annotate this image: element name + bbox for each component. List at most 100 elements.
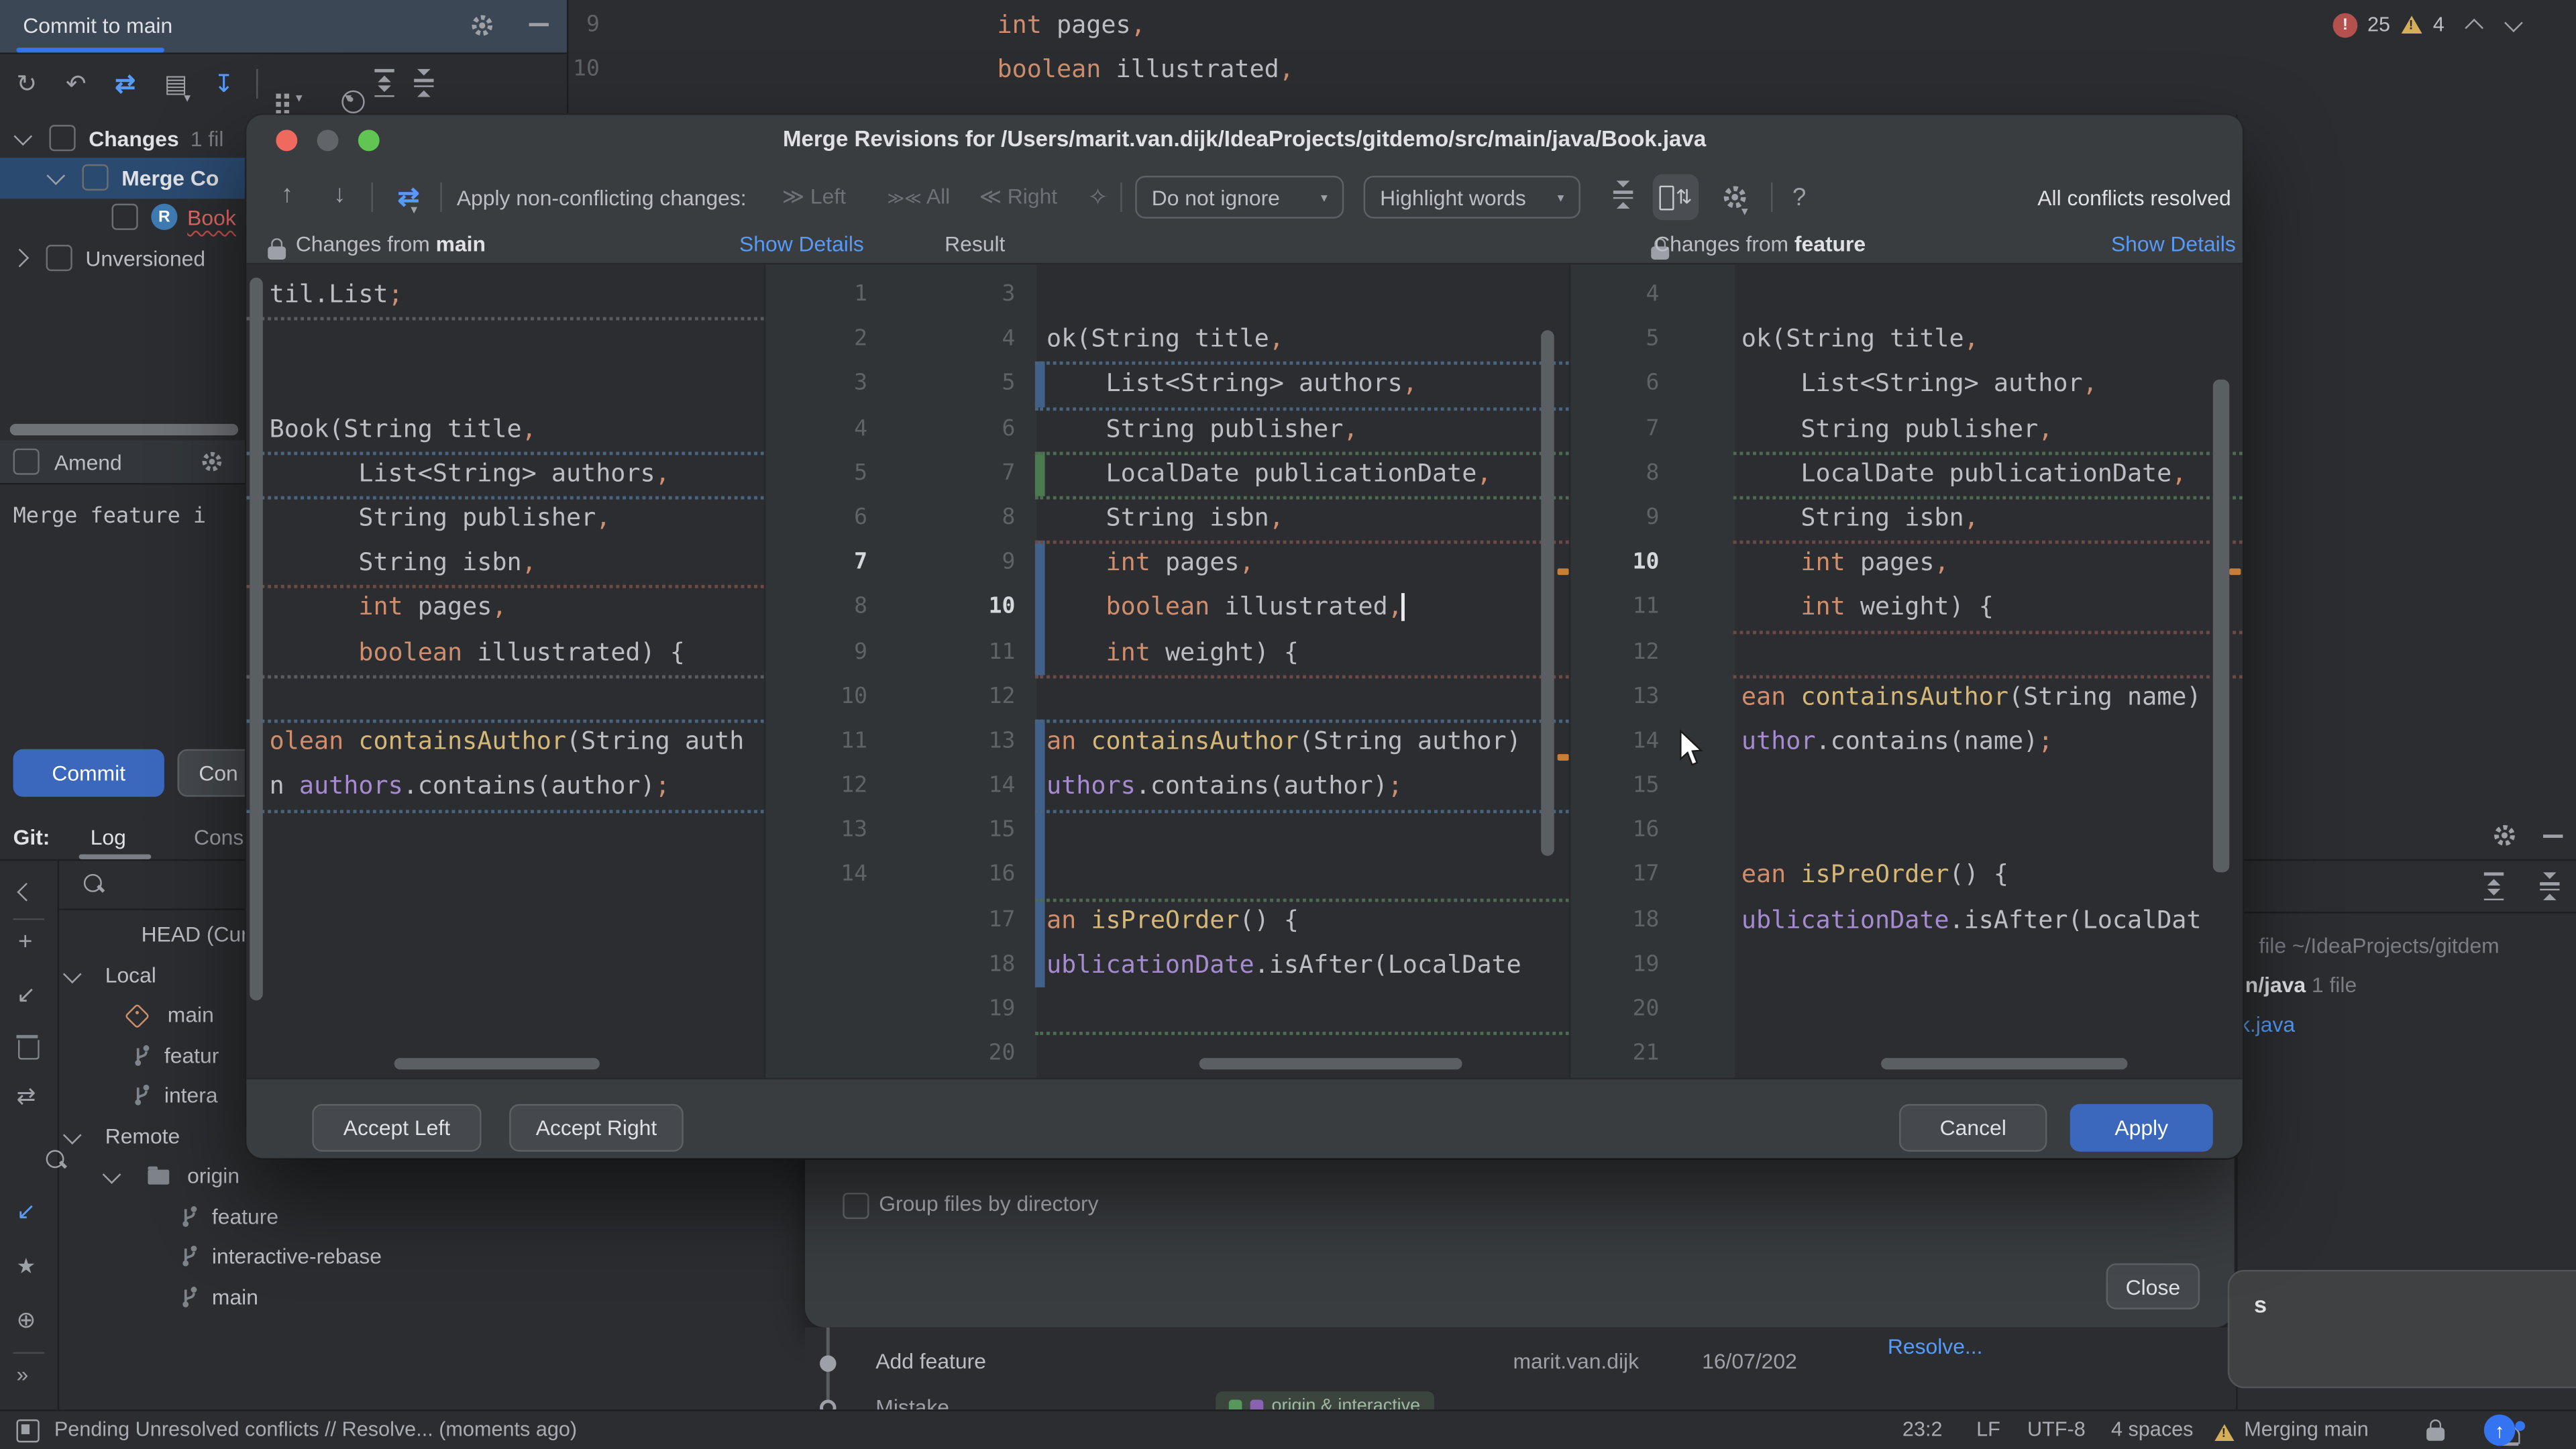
code-line[interactable]: 79 int pages, xyxy=(764,541,1569,586)
code-line[interactable]: 12 xyxy=(1569,630,2243,675)
code-line[interactable] xyxy=(246,317,763,362)
code-line[interactable]: 13 ean containsAuthor(String name) xyxy=(1569,675,2243,720)
gear-icon[interactable] xyxy=(2492,823,2517,848)
code-line[interactable]: til.List; xyxy=(246,273,763,318)
graph-commit-row-partial[interactable]: Mistake origin & interactive xyxy=(805,1390,2235,1410)
incoming-commits-icon[interactable]: ↙ xyxy=(16,1197,36,1226)
tool-window-toggle-icon[interactable] xyxy=(16,1419,40,1443)
code-line[interactable]: 4 xyxy=(1569,273,2243,318)
chevron-right-icon[interactable] xyxy=(10,249,30,268)
collapse-panel-icon[interactable] xyxy=(17,882,36,902)
code-line[interactable]: 13 15 xyxy=(764,809,1569,854)
tab-log[interactable]: Log xyxy=(91,824,126,849)
unlock-icon[interactable] xyxy=(2427,1419,2446,1441)
code-line[interactable]: boolean illustrated) { xyxy=(246,630,763,675)
chevron-down-icon[interactable] xyxy=(2504,13,2523,33)
scrollbar[interactable] xyxy=(250,277,263,1001)
code-line[interactable]: 16 xyxy=(1569,809,2243,854)
indent-setting[interactable]: 4 spaces xyxy=(2111,1417,2194,1440)
collapse-all-icon[interactable] xyxy=(2540,872,2560,901)
code-line[interactable]: String isbn, xyxy=(246,541,763,586)
code-line[interactable]: 68 String isbn, xyxy=(764,496,1569,541)
git-branch-widget[interactable]: Merging main xyxy=(2244,1417,2368,1440)
right-show-details-link[interactable]: Show Details xyxy=(2111,231,2236,256)
apply-button[interactable]: Apply xyxy=(2070,1104,2213,1152)
right-diff-pane[interactable]: 4 5 ok(String title, 6 List<String> author,… xyxy=(1568,264,2243,1078)
line-separator[interactable]: LF xyxy=(1976,1417,2000,1440)
code-line[interactable] xyxy=(246,943,763,987)
sync-scroll-button[interactable]: ⇅ xyxy=(1652,174,1699,221)
warning-count[interactable]: 4 xyxy=(2433,13,2445,36)
minimize-traffic-light[interactable] xyxy=(317,129,339,152)
merge-group-checkbox[interactable] xyxy=(82,164,109,191)
gear-icon[interactable] xyxy=(470,13,494,38)
code-line[interactable]: 10 int pages, xyxy=(1569,541,2243,586)
scrollbar[interactable] xyxy=(1199,1058,1462,1070)
status-message[interactable]: Pending Unresolved conflicts // Resolve.… xyxy=(54,1417,577,1440)
result-diff-pane[interactable]: 1 3 2 4 ok(String title, 3 5 List<String> auth… xyxy=(763,264,1569,1078)
checkout-icon[interactable]: ↙ xyxy=(16,981,36,1009)
shelve-icon[interactable]: ↧ xyxy=(213,69,234,99)
scrollbar[interactable] xyxy=(2212,379,2230,873)
hide-panel-icon[interactable] xyxy=(2543,835,2563,838)
code-line[interactable]: 19 xyxy=(764,987,1569,1032)
collapse-all-icon[interactable] xyxy=(414,68,434,97)
warning-icon[interactable] xyxy=(2401,15,2422,34)
scrollbar[interactable] xyxy=(394,1058,600,1070)
code-line[interactable]: 7 String publisher, xyxy=(1569,407,2243,451)
tab-console[interactable]: Cons xyxy=(194,824,244,849)
highlight-policy-select[interactable]: Highlight words ▾ xyxy=(1363,176,1580,219)
code-line[interactable] xyxy=(246,362,763,407)
merge-branches-icon[interactable]: ⇄ xyxy=(16,1083,36,1111)
code-line[interactable]: 11 int weight) { xyxy=(1569,586,2243,631)
code-line[interactable] xyxy=(246,898,763,943)
group-files-checkbox[interactable] xyxy=(843,1192,869,1220)
code-line[interactable]: 14 uthor.contains(name); xyxy=(1569,719,2243,764)
gear-icon[interactable] xyxy=(201,450,223,473)
previous-change-icon[interactable]: ↑ xyxy=(281,180,293,209)
code-line[interactable]: 6 List<String> author, xyxy=(1569,362,2243,407)
file-encoding[interactable]: UTF-8 xyxy=(2027,1417,2086,1440)
unversioned-checkbox[interactable] xyxy=(46,245,72,272)
browse-icon[interactable]: ⊕ xyxy=(16,1306,36,1334)
code-line[interactable]: Book(String title, xyxy=(246,407,763,451)
code-line[interactable]: List<String> authors, xyxy=(246,451,763,496)
left-diff-pane[interactable]: til.List; Book(String title, List<String>… xyxy=(246,264,764,1078)
group-by-icon[interactable] xyxy=(276,93,295,113)
shelf-file-link[interactable]: k.java xyxy=(2239,1012,2295,1037)
code-line[interactable] xyxy=(246,1032,763,1077)
code-line[interactable]: 9 11 int weight) { xyxy=(764,630,1569,675)
dialog-titlebar[interactable]: Merge Revisions for /Users/marit.van.dij… xyxy=(246,115,2243,164)
code-line[interactable]: 46 String publisher, xyxy=(764,407,1569,451)
code-line[interactable]: olean containsAuthor(String auth xyxy=(246,719,763,764)
code-line[interactable]: 57 LocalDate publicationDate, xyxy=(764,451,1569,496)
apply-right-button[interactable]: ≪ Right xyxy=(979,184,1058,210)
chevron-down-icon[interactable] xyxy=(46,166,66,185)
scrollbar[interactable] xyxy=(1541,330,1554,856)
code-line[interactable]: 19 xyxy=(1569,943,2243,987)
magic-resolve-icon[interactable]: ✧ xyxy=(1087,182,1108,212)
collapse-unchanged-icon[interactable] xyxy=(1613,180,1633,209)
push-notification-icon[interactable]: ↑ xyxy=(2483,1414,2516,1446)
error-count[interactable]: 25 xyxy=(2367,13,2390,36)
code-line[interactable]: 12 14 uthors.contains(author); xyxy=(764,764,1569,809)
code-line[interactable]: 20 xyxy=(764,1032,1569,1077)
chevron-down-icon[interactable] xyxy=(62,964,82,983)
code-line[interactable]: 14 16 xyxy=(764,853,1569,898)
expand-all-icon[interactable] xyxy=(374,68,394,97)
accept-right-button[interactable]: Accept Right xyxy=(509,1104,684,1152)
more-icon[interactable]: » xyxy=(16,1362,28,1387)
chevron-down-icon[interactable] xyxy=(13,126,33,146)
error-icon[interactable]: ! xyxy=(2332,12,2358,38)
file-checkbox[interactable] xyxy=(111,204,138,231)
code-line[interactable] xyxy=(246,809,763,854)
next-change-icon[interactable]: ↓ xyxy=(333,180,345,209)
code-line[interactable]: 17 an isPreOrder() { xyxy=(764,898,1569,943)
code-line[interactable]: 10 12 xyxy=(764,675,1569,720)
branch-tree-item[interactable]: interactive-rebase xyxy=(58,1237,822,1277)
code-line[interactable] xyxy=(246,987,763,1032)
code-line[interactable]: 21 xyxy=(1569,1032,2243,1077)
merge-icon[interactable]: ⇄ xyxy=(115,69,136,99)
code-line[interactable]: 20 xyxy=(1569,987,2243,1032)
apply-all-button[interactable]: ≫≪ All xyxy=(887,184,950,209)
